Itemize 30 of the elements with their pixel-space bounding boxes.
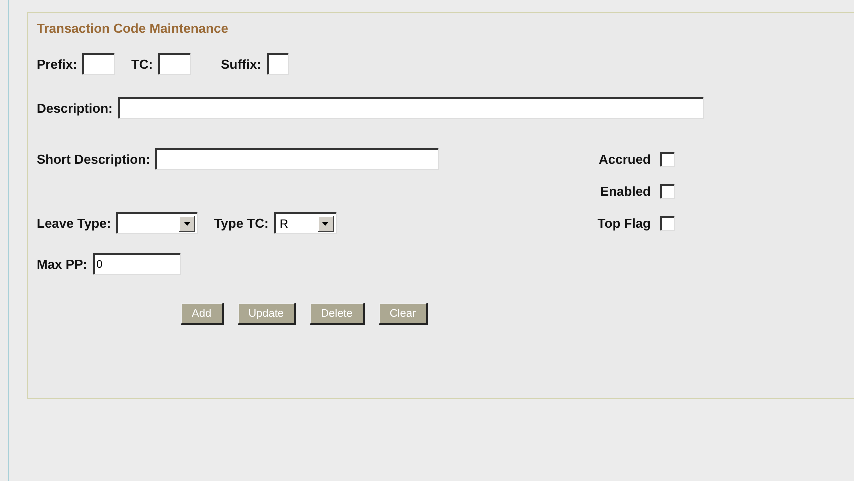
checkbox[interactable] [660,152,675,166]
action-button[interactable]: Update [238,303,296,325]
checkbox-label: Accrued [598,152,651,166]
action-button[interactable]: Add [181,303,224,325]
dropdown[interactable]: R [274,212,337,234]
field-label: Leave Type: [37,216,112,230]
text-field[interactable] [158,53,192,75]
field-label: Description: [37,100,113,116]
checkbox-label: Top Flag [598,216,651,230]
text-field[interactable] [82,53,116,75]
checkbox[interactable] [660,216,675,230]
action-button[interactable]: Delete [310,303,365,325]
max-pp-field[interactable]: 0 [92,253,181,275]
field-label: TC: [131,56,154,72]
text-field[interactable] [266,53,289,75]
caret-icon [318,216,334,232]
description-field[interactable] [118,97,704,119]
checkbox-label: Enabled [600,184,651,198]
field-label: Suffix: [221,56,262,72]
form-title: Transaction Code Maintenance [37,21,230,38]
dropdown-value: R [280,216,289,230]
field-label: Type TC: [214,216,269,230]
caret-icon [179,216,196,232]
checkbox[interactable] [660,184,675,198]
short-description-field[interactable] [155,148,440,170]
dropdown[interactable] [116,212,198,234]
field-label: Short Description: [37,152,150,166]
field-label: Max PP: [37,256,88,272]
action-button[interactable]: Clear [378,303,428,325]
field-label: Prefix: [37,56,78,72]
